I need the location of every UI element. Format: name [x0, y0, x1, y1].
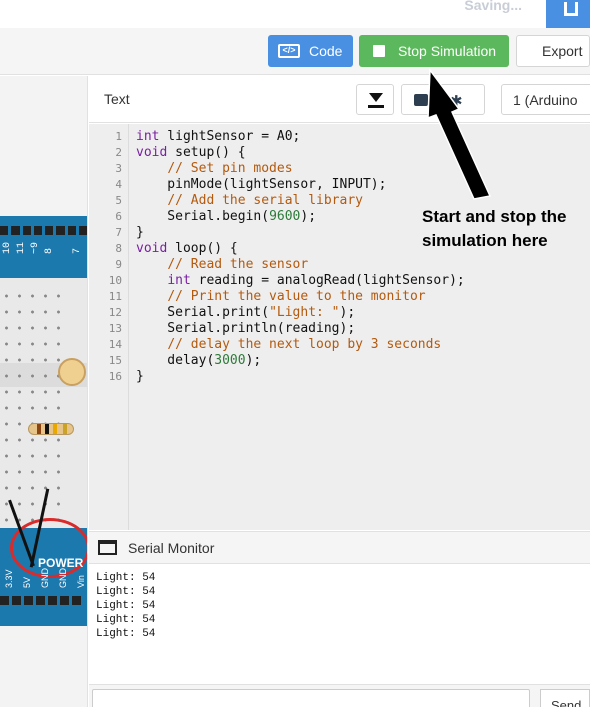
- digital-pin-row: [0, 226, 87, 236]
- power-pin-labels: 3.3V 5V GND GND Vin: [4, 568, 86, 588]
- code-header: Text ✱ 1 (Arduino: [89, 76, 590, 123]
- upload-debug-button[interactable]: ✱: [401, 84, 485, 115]
- serial-input-bar: Send: [89, 684, 590, 707]
- breadboard-holes: [0, 288, 70, 528]
- upload-icon: [414, 94, 428, 106]
- board-power-header: POWER 3.3V 5V GND GND Vin: [0, 488, 87, 626]
- serial-monitor-title: Serial Monitor: [128, 540, 215, 556]
- breadboard[interactable]: [0, 278, 87, 528]
- code-line[interactable]: Serial.begin(9600);: [136, 209, 465, 225]
- top-right-button[interactable]: [546, 0, 590, 28]
- code-icon: </>: [278, 44, 300, 58]
- serial-output: Light: 54 Light: 54 Light: 54 Light: 54 …: [89, 564, 590, 684]
- panel-icon: [564, 2, 578, 16]
- code-line[interactable]: // delay the next loop by 3 seconds: [136, 337, 465, 353]
- circuit-canvas[interactable]: 10 11 ~9 8 7 POWER 3.3V 5V GND GND Vin: [0, 76, 88, 707]
- code-button-label: Code: [309, 43, 343, 59]
- serial-line: Light: 54: [96, 614, 156, 626]
- code-line[interactable]: }: [136, 369, 465, 385]
- power-pin-row: [0, 596, 81, 605]
- arduino-board[interactable]: 10 11 ~9 8 7 POWER 3.3V 5V GND GND Vin: [0, 216, 87, 626]
- serial-line: Light: 54: [96, 586, 156, 598]
- toolbar: </> Code Stop Simulation Export: [0, 28, 590, 75]
- annotation-text: Start and stop the simulation here: [422, 207, 567, 250]
- board-digital-header: 10 11 ~9 8 7: [0, 216, 87, 278]
- code-line[interactable]: // Read the sensor: [136, 257, 465, 273]
- serial-line: Light: 54: [96, 628, 156, 640]
- code-line[interactable]: int lightSensor = A0;: [136, 129, 465, 145]
- top-bar: Saving...: [0, 0, 590, 28]
- serial-monitor-icon: [98, 540, 117, 555]
- photoresistor[interactable]: [58, 358, 86, 386]
- stop-simulation-label: Stop Simulation: [398, 43, 497, 59]
- export-button[interactable]: Export: [516, 35, 590, 67]
- download-icon: [369, 93, 383, 102]
- code-editor[interactable]: 1 2 3 4 5 6 7 8 9 10 11 12 13 14 15 16 i…: [89, 124, 590, 530]
- code-line[interactable]: Serial.println(reading);: [136, 321, 465, 337]
- line-number-gutter: 1 2 3 4 5 6 7 8 9 10 11 12 13 14 15 16: [108, 130, 122, 383]
- send-button[interactable]: Send: [540, 689, 590, 707]
- serial-line: Light: 54: [96, 572, 156, 584]
- serial-input[interactable]: [92, 689, 530, 707]
- digital-pin-labels: 10 11 ~9 8 7: [2, 242, 83, 255]
- code-line[interactable]: // Print the value to the monitor: [136, 289, 465, 305]
- code-line[interactable]: delay(3000);: [136, 353, 465, 369]
- serial-monitor-header[interactable]: Serial Monitor: [89, 531, 590, 564]
- export-button-label: Export: [542, 43, 583, 59]
- code-line[interactable]: void loop() {: [136, 241, 465, 257]
- stop-simulation-button[interactable]: Stop Simulation: [359, 35, 509, 67]
- download-button[interactable]: [356, 84, 394, 115]
- serial-line: Light: 54: [96, 600, 156, 612]
- code-line[interactable]: }: [136, 225, 465, 241]
- code-line[interactable]: Serial.print("Light: ");: [136, 305, 465, 321]
- code-line[interactable]: pinMode(lightSensor, INPUT);: [136, 177, 465, 193]
- editor-mode-label[interactable]: Text: [104, 91, 130, 107]
- stop-icon: [373, 45, 385, 57]
- resistor[interactable]: [28, 423, 74, 435]
- code-line[interactable]: void setup() {: [136, 145, 465, 161]
- code-line[interactable]: // Add the serial library: [136, 193, 465, 209]
- code-lines[interactable]: int lightSensor = A0; void setup() { // S…: [136, 129, 465, 385]
- bug-icon: ✱: [450, 93, 463, 110]
- code-line[interactable]: int reading = analogRead(lightSensor);: [136, 273, 464, 289]
- code-button[interactable]: </> Code: [268, 35, 353, 67]
- code-line[interactable]: // Set pin modes: [136, 161, 465, 177]
- device-select[interactable]: 1 (Arduino: [501, 84, 590, 115]
- saving-status: Saving...: [464, 0, 522, 13]
